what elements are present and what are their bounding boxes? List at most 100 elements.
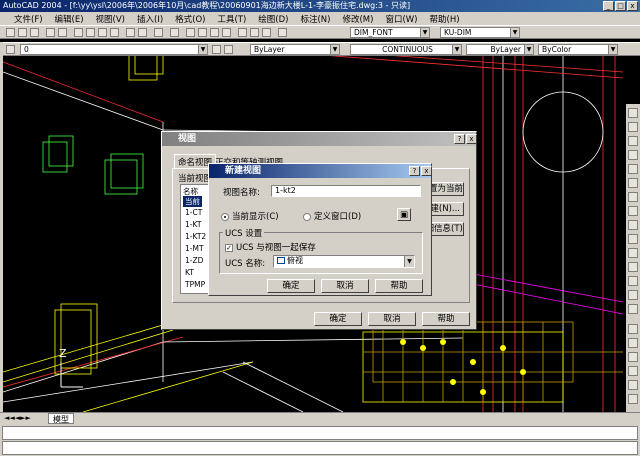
- stretch-icon[interactable]: [628, 220, 638, 230]
- copy-object-icon[interactable]: [628, 122, 638, 132]
- list-item[interactable]: 当前: [183, 196, 202, 207]
- new-view-ok-button[interactable]: 确定: [267, 279, 315, 293]
- array-icon[interactable]: [628, 164, 638, 174]
- chamfer-icon[interactable]: [628, 276, 638, 286]
- close-button[interactable]: x: [627, 1, 638, 11]
- rotate-icon[interactable]: [628, 192, 638, 202]
- list-item[interactable]: 1-KT2: [185, 232, 206, 241]
- menu-edit[interactable]: 编辑(E): [55, 13, 84, 25]
- list-item[interactable]: 1-MT: [185, 244, 204, 253]
- scale-icon[interactable]: [628, 206, 638, 216]
- make-current-layer-icon[interactable]: [212, 45, 221, 54]
- open-icon[interactable]: [18, 28, 27, 37]
- new-view-close-button[interactable]: x: [421, 166, 432, 176]
- cancel-button[interactable]: 取消: [368, 312, 416, 326]
- menu-format[interactable]: 格式(O): [175, 13, 205, 25]
- zoom-realtime-icon[interactable]: [198, 28, 207, 37]
- zoom-window-icon[interactable]: [210, 28, 219, 37]
- dialog-close-button[interactable]: x: [466, 134, 477, 144]
- define-window-button[interactable]: ▣: [397, 208, 411, 221]
- list-item[interactable]: 1-KT: [185, 220, 201, 229]
- ucs-name-select[interactable]: 俯视 ▼: [273, 255, 415, 268]
- menu-draw[interactable]: 绘图(D): [258, 13, 288, 25]
- color-combo[interactable]: ByLayer ▼: [250, 44, 340, 55]
- explode-icon[interactable]: [628, 304, 638, 314]
- layer-combo[interactable]: 0 ▼: [20, 44, 208, 55]
- preview-icon[interactable]: [58, 28, 67, 37]
- menu-dimension[interactable]: 标注(N): [300, 13, 330, 25]
- layer-previous-icon[interactable]: [224, 45, 233, 54]
- tool-palettes-icon[interactable]: [262, 28, 271, 37]
- text-style-value: DIM_FONT: [354, 28, 393, 37]
- help-button[interactable]: 帮助: [422, 312, 470, 326]
- trim-icon[interactable]: [628, 234, 638, 244]
- copy-icon[interactable]: [86, 28, 95, 37]
- mirror-icon[interactable]: [628, 136, 638, 146]
- layer-value: 0: [24, 45, 29, 54]
- radio-define-window[interactable]: 定义窗口(D): [303, 210, 361, 222]
- command-input[interactable]: [2, 441, 638, 455]
- print-icon[interactable]: [46, 28, 55, 37]
- tab-model[interactable]: 模型: [48, 413, 74, 424]
- view-name-input[interactable]: 1-kt2: [271, 185, 421, 197]
- ok-button[interactable]: 确定: [314, 312, 362, 326]
- save-icon[interactable]: [30, 28, 39, 37]
- new-view-help-btn[interactable]: 帮助: [375, 279, 423, 293]
- fillet-icon[interactable]: [628, 290, 638, 300]
- maximize-button[interactable]: □: [615, 1, 626, 11]
- offset-icon[interactable]: [628, 150, 638, 160]
- list-item[interactable]: TPMP: [185, 280, 205, 289]
- tab-nav-icon[interactable]: ◄◄◄►►: [4, 414, 31, 422]
- menu-window[interactable]: 窗口(W): [385, 13, 417, 25]
- sphere-icon[interactable]: [628, 338, 638, 348]
- properties-icon[interactable]: [238, 28, 247, 37]
- move-icon[interactable]: [628, 178, 638, 188]
- design-center-icon[interactable]: [250, 28, 259, 37]
- cut-icon[interactable]: [74, 28, 83, 37]
- menu-insert[interactable]: 插入(I): [137, 13, 163, 25]
- menu-tools[interactable]: 工具(T): [217, 13, 246, 25]
- text-style-combo[interactable]: DIM_FONT ▼: [350, 27, 430, 38]
- list-item[interactable]: KT: [185, 268, 194, 277]
- dim-style-combo[interactable]: KU-DIM ▼: [440, 27, 520, 38]
- radio-current-display[interactable]: 当前显示(C): [221, 210, 279, 222]
- new-view-help-button[interactable]: ?: [409, 166, 420, 176]
- new-view-cancel-button[interactable]: 取消: [321, 279, 369, 293]
- cylinder-icon[interactable]: [628, 352, 638, 362]
- list-item[interactable]: 1-ZD: [185, 256, 203, 265]
- plotstyle-value: ByColor: [542, 45, 572, 54]
- redo-icon[interactable]: [138, 28, 147, 37]
- break-icon[interactable]: [628, 262, 638, 272]
- menu-help[interactable]: 帮助(H): [430, 13, 460, 25]
- cone-icon[interactable]: [628, 366, 638, 376]
- linetype-combo[interactable]: CONTINUOUS ▼: [350, 44, 462, 55]
- pan-icon[interactable]: [186, 28, 195, 37]
- list-item[interactable]: 1-CT: [185, 208, 202, 217]
- wedge-icon[interactable]: [628, 380, 638, 390]
- extend-icon[interactable]: [628, 248, 638, 258]
- menu-bar: 文件(F) 编辑(E) 视图(V) 插入(I) 格式(O) 工具(T) 绘图(D…: [0, 12, 640, 25]
- minimize-button[interactable]: _: [603, 1, 614, 11]
- snap-icon[interactable]: [170, 28, 179, 37]
- dialog-help-button[interactable]: ?: [454, 134, 465, 144]
- menu-file[interactable]: 文件(F): [14, 13, 43, 25]
- plotstyle-combo[interactable]: ByColor ▼: [538, 44, 618, 55]
- lineweight-combo[interactable]: ByLayer ▼: [466, 44, 534, 55]
- zoom-previous-icon[interactable]: [222, 28, 231, 37]
- menu-modify[interactable]: 修改(M): [342, 13, 373, 25]
- new-icon[interactable]: [6, 28, 15, 37]
- chevron-down-icon: ▼: [420, 28, 429, 37]
- torus-icon[interactable]: [628, 394, 638, 404]
- ucs-save-checkbox[interactable]: ✓ UCS 与视图一起保存: [225, 241, 316, 253]
- help-icon[interactable]: [278, 28, 287, 37]
- undo-icon[interactable]: [126, 28, 135, 37]
- menu-view[interactable]: 视图(V): [96, 13, 125, 25]
- layer-manager-icon[interactable]: [6, 45, 15, 54]
- box-icon[interactable]: [628, 324, 638, 334]
- paste-icon[interactable]: [98, 28, 107, 37]
- view-dialog-title: 视图: [178, 134, 197, 144]
- erase-icon[interactable]: [628, 108, 638, 118]
- hyperlink-icon[interactable]: [154, 28, 163, 37]
- match-icon[interactable]: [110, 28, 119, 37]
- chevron-down-icon[interactable]: ▼: [404, 256, 414, 267]
